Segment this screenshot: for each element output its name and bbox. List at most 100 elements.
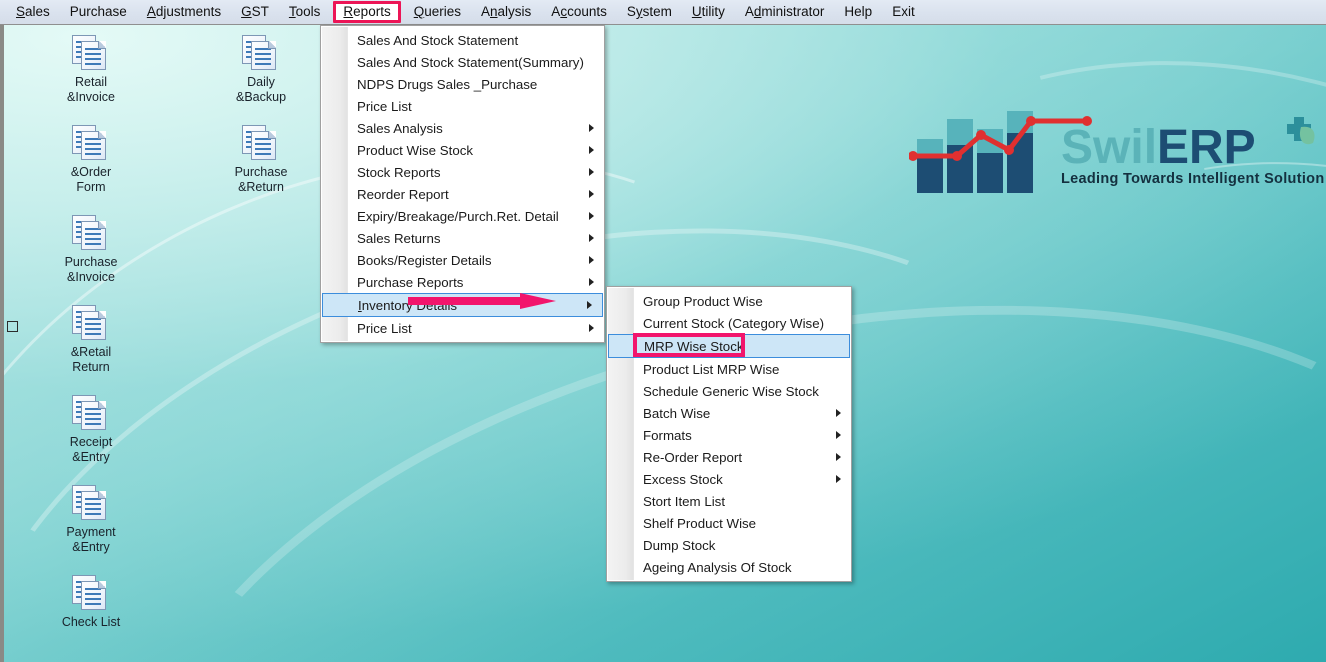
menu-item-label: Stock Reports [357,164,441,180]
menu-item-label: Sales Analysis [357,120,443,136]
menu-item-price-list[interactable]: Price List [321,317,604,339]
menubar-item-reports[interactable]: Reports [333,1,401,23]
main-menu-bar: Sales Purchase Adjustments GST Tools Reports Q… [0,0,1326,25]
reports-dropdown-menu[interactable]: Sales And Stock Statement Sales And Stock… [320,25,605,343]
menu-item-label: Formats [643,427,692,443]
desktop-icon-receiptentry[interactable]: Receipt &Entry [43,393,139,465]
desktop-icon-label: Purchase &Return [234,165,288,194]
menu-item-formats[interactable]: Formats [607,424,851,446]
menu-item-label: Expiry/Breakage/Purch.Ret. Detail [357,208,559,224]
menu-item-label: Group Product Wise [643,293,763,309]
menubar-item-gst[interactable]: GST [231,1,279,23]
menubar-item-utility[interactable]: Utility [682,1,735,23]
menu-item-stock-reports[interactable]: Stock Reports [321,161,604,183]
menu-item-label: Inventory Details [358,297,458,313]
menu-item-sales-returns[interactable]: Sales Returns [321,227,604,249]
menubar-item-system[interactable]: System [617,1,682,23]
document-copy-icon [70,213,112,251]
menubar-item-analysis[interactable]: Analysis [471,1,541,23]
menubar-item-adjustments[interactable]: Adjustments [137,1,231,23]
menu-item-stort-item-list[interactable]: Stort Item List [607,490,851,512]
menu-item-label: Dump Stock [643,537,716,553]
submenu-arrow-icon [589,124,594,132]
desktop-icon-paymententry[interactable]: Payment &Entry [43,483,139,555]
menu-item-sales-analysis[interactable]: Sales Analysis [321,117,604,139]
submenu-arrow-icon [836,475,841,483]
document-copy-icon [70,393,112,431]
document-copy-icon [70,33,112,71]
submenu-arrow-icon [589,234,594,242]
menu-item-label: Product List MRP Wise [643,361,780,377]
menu-item-label: Purchase Reports [357,274,464,290]
menubar-item-help[interactable]: Help [834,1,882,23]
menu-item-excess-stock[interactable]: Excess Stock [607,468,851,490]
menu-item-current-stock-category-wise-[interactable]: Current Stock (Category Wise) [607,312,851,334]
document-copy-icon [70,483,112,521]
menubar-item-administrator[interactable]: Administrator [735,1,835,23]
document-copy-icon [70,573,112,611]
desktop-icon-label: Check List [61,615,121,629]
desktop-icon-orderform[interactable]: &Order Form [43,123,139,195]
menubar-item-accounts[interactable]: Accounts [541,1,617,23]
desktop-icon-label: Receipt &Entry [69,435,113,464]
menu-item-label: NDPS Drugs Sales _Purchase [357,76,538,92]
menu-item-sales-and-stock-statement-summary-[interactable]: Sales And Stock Statement(Summary) [321,51,604,73]
submenu-arrow-icon [836,409,841,417]
application-window: Sales Purchase Adjustments GST Tools Reports Q… [0,0,1326,662]
desktop-icon-label: Daily &Backup [235,75,287,104]
menu-item-books-register-details[interactable]: Books/Register Details [321,249,604,271]
menu-item-label: Sales And Stock Statement [357,32,519,48]
menu-item-schedule-generic-wise-stock[interactable]: Schedule Generic Wise Stock [607,380,851,402]
submenu-arrow-icon [589,278,594,286]
document-copy-icon [240,33,282,71]
menubar-item-purchase[interactable]: Purchase [60,1,137,23]
desktop-icon-purchasereturn[interactable]: Purchase &Return [213,123,309,195]
submenu-arrow-icon [589,256,594,264]
menu-item-expiry-breakage-purch-ret-detail[interactable]: Expiry/Breakage/Purch.Ret. Detail [321,205,604,227]
menu-item-sales-and-stock-statement[interactable]: Sales And Stock Statement [321,29,604,51]
menubar-item-queries[interactable]: Queries [404,1,471,23]
menu-item-batch-wise[interactable]: Batch Wise [607,402,851,424]
menu-item-product-list-mrp-wise[interactable]: Product List MRP Wise [607,358,851,380]
submenu-arrow-icon [589,146,594,154]
swilerp-logo: Swil ERP Leading Towards Intelligent Sol… [908,101,1326,193]
submenu-arrow-icon [836,453,841,461]
menu-item-purchase-reports[interactable]: Purchase Reports [321,271,604,293]
menu-item-dump-stock[interactable]: Dump Stock [607,534,851,556]
desktop-icon-dailybackup[interactable]: Daily &Backup [213,33,309,105]
menu-item-label: Price List [357,320,412,336]
submenu-arrow-icon [589,168,594,176]
document-copy-icon [240,123,282,161]
menu-item-label: Current Stock (Category Wise) [643,315,825,331]
desktop-icon-check-list[interactable]: Check List [43,573,139,630]
inventory-details-submenu[interactable]: Group Product Wise Current Stock (Categor… [606,286,852,582]
desktop-icon-label: &Order Form [70,165,112,194]
menu-item-ndps-drugs-sales-purchase[interactable]: NDPS Drugs Sales _Purchase [321,73,604,95]
menubar-item-tools[interactable]: Tools [279,1,331,23]
menu-item-shelf-product-wise[interactable]: Shelf Product Wise [607,512,851,534]
document-copy-icon [70,123,112,161]
desktop-icon-retailinvoice[interactable]: Retail &Invoice [43,33,139,105]
selection-square [7,321,18,332]
menu-item-mrp-wise-stock[interactable]: MRP Wise Stock [608,334,850,358]
menu-item-re-order-report[interactable]: Re-Order Report [607,446,851,468]
menubar-item-sales[interactable]: Sales [6,1,60,23]
menu-item-label: Shelf Product Wise [643,515,757,531]
menu-item-ageing-analysis-of-stock[interactable]: Ageing Analysis Of Stock [607,556,851,578]
menu-item-reorder-report[interactable]: Reorder Report [321,183,604,205]
menu-item-label: Sales And Stock Statement(Summary) [357,54,584,70]
desktop-icon-retailreturn[interactable]: &Retail Return [43,303,139,375]
menu-item-label: Price List [357,98,412,114]
desktop-icon-purchaseinvoice[interactable]: Purchase &Invoice [43,213,139,285]
svg-text:Leading Towards Intelligent So: Leading Towards Intelligent Solutions. [1061,171,1324,187]
menu-item-group-product-wise[interactable]: Group Product Wise [607,290,851,312]
menubar-item-exit[interactable]: Exit [882,1,925,23]
desktop-icon-label: &Retail Return [70,345,112,374]
submenu-arrow-icon [589,190,594,198]
menu-item-price-list[interactable]: Price List [321,95,604,117]
svg-text:ERP: ERP [1157,121,1256,174]
menu-item-product-wise-stock[interactable]: Product Wise Stock [321,139,604,161]
menu-item-inventory-details[interactable]: Inventory Details [322,293,603,317]
submenu-arrow-icon [836,431,841,439]
menu-item-label: Sales Returns [357,230,441,246]
